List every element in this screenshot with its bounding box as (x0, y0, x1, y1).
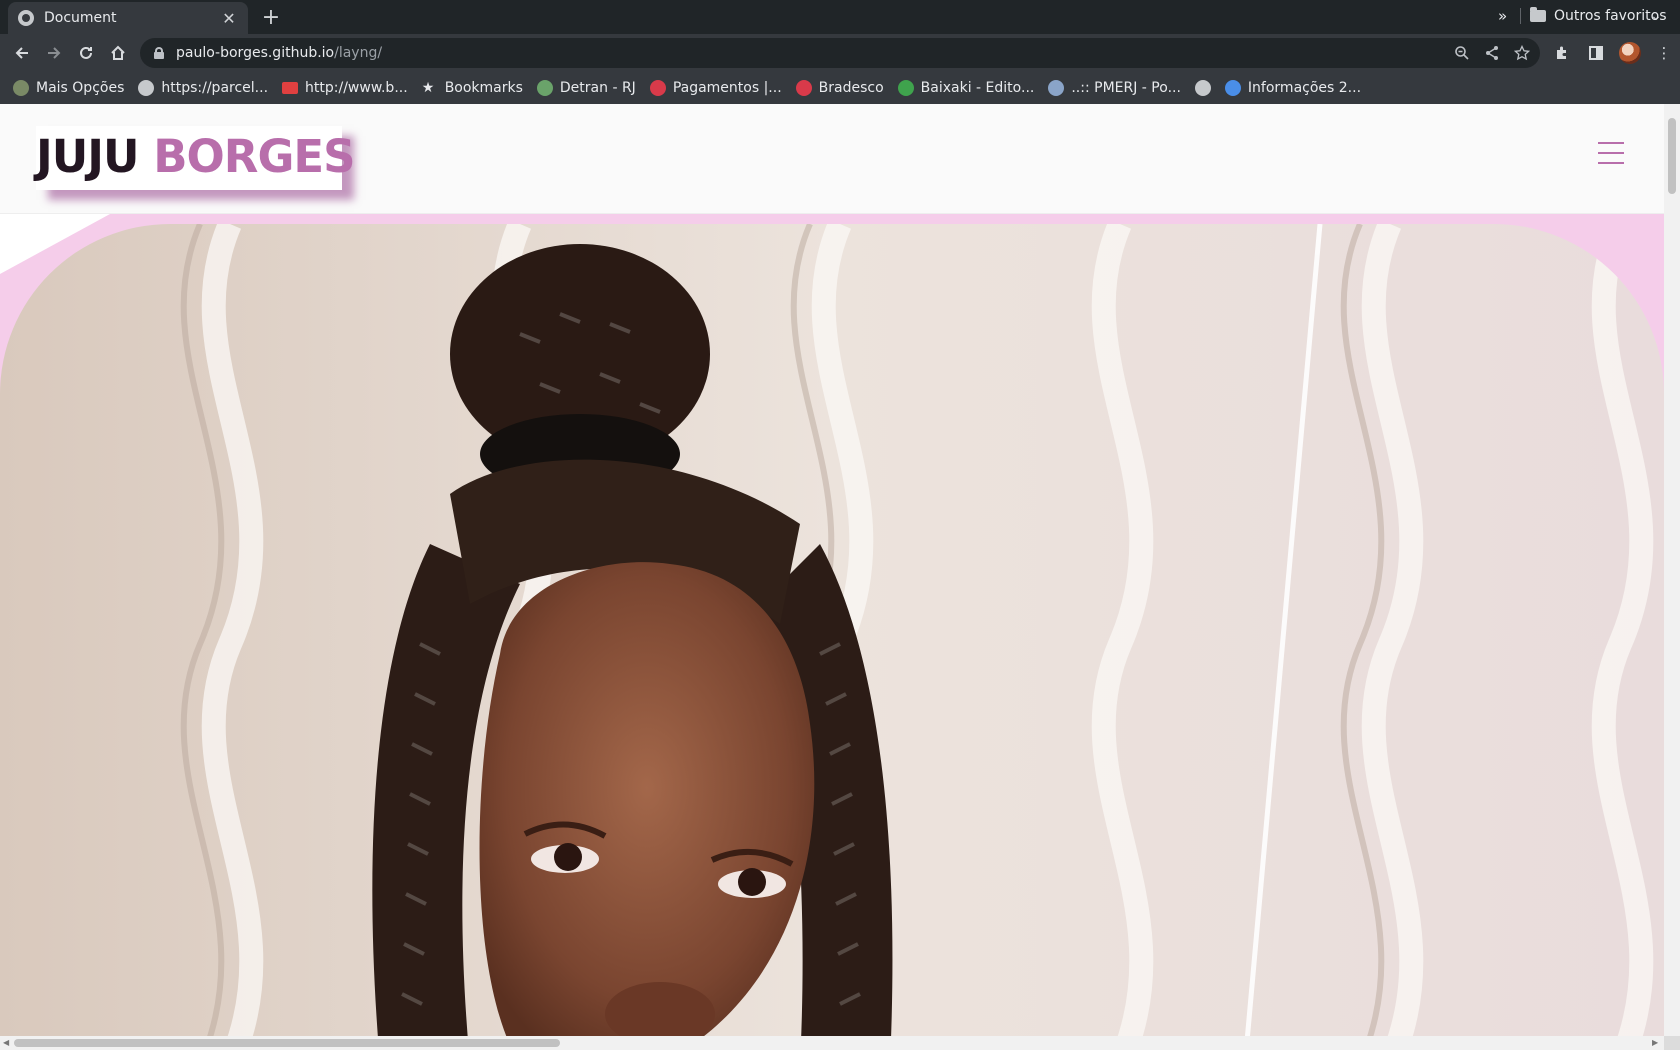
arrow-right-icon (48, 47, 61, 59)
other-bookmarks-folder[interactable]: Outros favoritos (1530, 0, 1667, 32)
arrow-left-icon (15, 47, 28, 59)
bookmark-item[interactable]: ..:: PMERJ - Po... (1041, 74, 1188, 102)
bookmark-label: Detran - RJ (559, 80, 636, 96)
home-button[interactable] (106, 41, 130, 65)
mail-icon (282, 82, 299, 94)
star-icon[interactable] (1514, 45, 1530, 61)
bookmark-item[interactable] (1188, 74, 1218, 102)
close-icon[interactable]: ✕ (220, 9, 238, 28)
forward-button[interactable] (42, 41, 66, 65)
scrollbar-corner (1664, 1036, 1680, 1050)
scroll-thumb[interactable] (1668, 118, 1676, 194)
download-icon (897, 80, 914, 96)
menu-dots-icon[interactable]: ⋮ (1652, 41, 1676, 65)
profile-avatar[interactable] (1618, 41, 1642, 65)
browser-toolbar: paulo-borges.github.io /layng/ ⋮ (0, 34, 1680, 72)
globe-icon (138, 80, 155, 96)
scroll-left-icon[interactable]: ◀ (3, 1038, 9, 1047)
vertical-scrollbar[interactable] (1664, 104, 1680, 1036)
url-host: paulo-borges.github.io (176, 45, 335, 61)
logo-text-borges: BORGES (153, 130, 355, 183)
scroll-thumb[interactable] (14, 1039, 560, 1047)
extensions-icon[interactable] (1550, 41, 1574, 65)
other-bookmarks-label: Outros favoritos (1554, 8, 1667, 24)
scroll-right-icon[interactable]: ▶ (1652, 1038, 1658, 1047)
back-button[interactable] (10, 41, 34, 65)
zoom-icon[interactable] (1454, 45, 1470, 61)
reload-button[interactable] (74, 41, 98, 65)
bookmark-label: Informações 2... (1247, 80, 1362, 96)
bank-icon (649, 80, 666, 96)
hero-photo (0, 224, 1664, 1050)
browser-tab[interactable]: Document ✕ (8, 2, 248, 34)
dots-icon (1224, 80, 1241, 96)
bookmark-label: http://www.b... (305, 80, 408, 96)
new-tab-button[interactable]: + (259, 5, 283, 30)
bookmark-item[interactable]: Informações 2... (1218, 74, 1368, 102)
site-icon (13, 80, 29, 96)
bookmark-item[interactable]: Pagamentos |... (643, 74, 789, 102)
bookmark-label: https://parcel... (161, 80, 269, 96)
bookmark-item[interactable]: ★ Bookmarks (415, 74, 530, 102)
star-icon: ★ (421, 80, 435, 96)
logo-text-juju: JUJU (36, 130, 140, 183)
badge-icon (536, 80, 553, 96)
bookmark-label: ..:: PMERJ - Po... (1071, 80, 1181, 96)
bookmark-label: Mais Opções (36, 80, 125, 96)
bookmarks-overflow-button[interactable]: » (1498, 0, 1507, 32)
lock-icon (154, 47, 164, 59)
bookmark-item[interactable]: Mais Opções (6, 74, 131, 102)
home-icon (111, 45, 125, 60)
bookmark-label: Bookmarks (444, 80, 523, 96)
page-viewport: JUJU BORGES ◀ ▶ (0, 104, 1680, 1050)
site-logo[interactable]: JUJU BORGES (36, 130, 356, 183)
tab-strip: Document ✕ + ⌄ (0, 0, 1680, 34)
bookmarks-bar: Mais Opções https://parcel... http://www.b… (0, 72, 1680, 104)
shield-icon (1048, 80, 1065, 96)
horizontal-scrollbar[interactable]: ◀ ▶ (0, 1036, 1664, 1050)
divider (1520, 8, 1521, 24)
tab-title: Document (44, 10, 117, 26)
folder-icon (1530, 7, 1546, 22)
url-path: /layng/ (334, 45, 383, 61)
side-panel-icon[interactable] (1584, 41, 1608, 65)
site-header: JUJU BORGES (0, 104, 1664, 214)
bank-icon (795, 80, 812, 96)
bookmark-item[interactable]: http://www.b... (275, 74, 415, 102)
bookmark-label: Bradesco (818, 80, 884, 96)
bookmark-label: Baixaki - Edito... (920, 80, 1035, 96)
bookmark-item[interactable]: Bradesco (789, 74, 891, 102)
globe-icon (1194, 80, 1211, 96)
bookmark-label: Pagamentos |... (672, 80, 782, 96)
reload-icon (80, 46, 92, 59)
address-bar[interactable]: paulo-borges.github.io /layng/ (140, 38, 1540, 68)
share-icon[interactable] (1484, 45, 1500, 61)
bookmark-item[interactable]: https://parcel... (131, 74, 275, 102)
bookmark-item[interactable]: Detran - RJ (530, 74, 643, 102)
hamburger-menu-icon[interactable] (1598, 142, 1624, 164)
bookmark-item[interactable]: Baixaki - Edito... (891, 74, 1042, 102)
globe-icon (18, 10, 34, 26)
